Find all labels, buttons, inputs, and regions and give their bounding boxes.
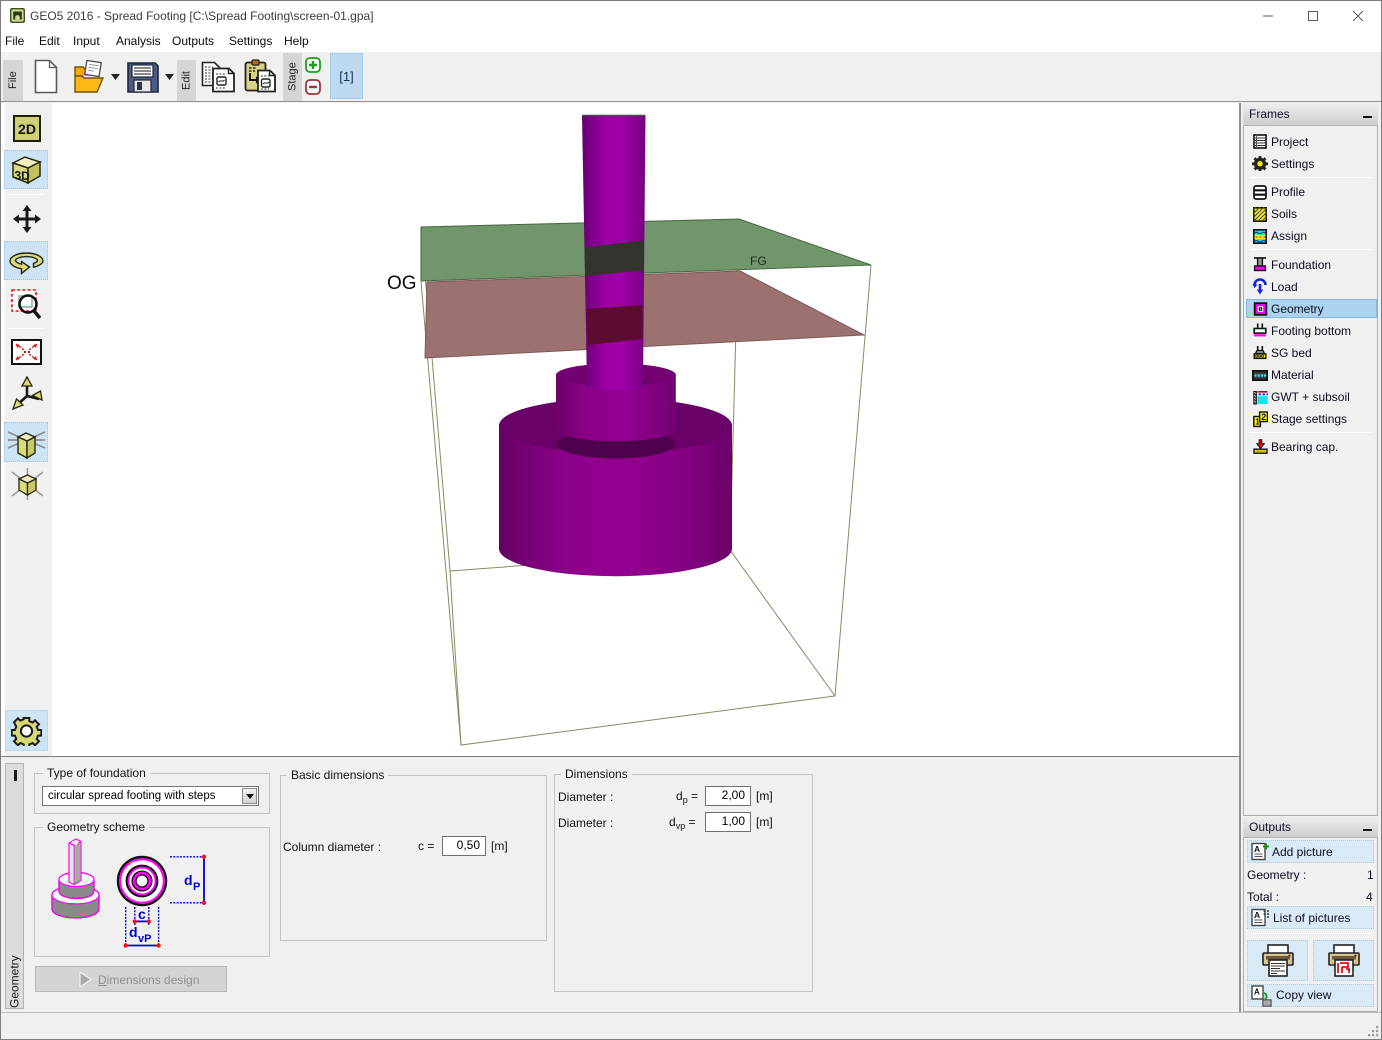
svg-text:d: d [184, 872, 193, 888]
svg-text:OG: OG [387, 273, 417, 294]
svg-text:3D: 3D [15, 168, 31, 183]
svg-text:vP: vP [138, 933, 151, 945]
svg-text:d: d [129, 924, 138, 940]
svg-text:c: c [138, 906, 146, 922]
svg-text:P: P [193, 881, 200, 893]
svg-text:FG: FG [750, 254, 767, 268]
svg-text:2: 2 [1261, 412, 1266, 422]
svg-text:A: A [1254, 910, 1260, 920]
svg-text:A: A [1254, 988, 1260, 997]
svg-text:A: A [1254, 844, 1260, 854]
